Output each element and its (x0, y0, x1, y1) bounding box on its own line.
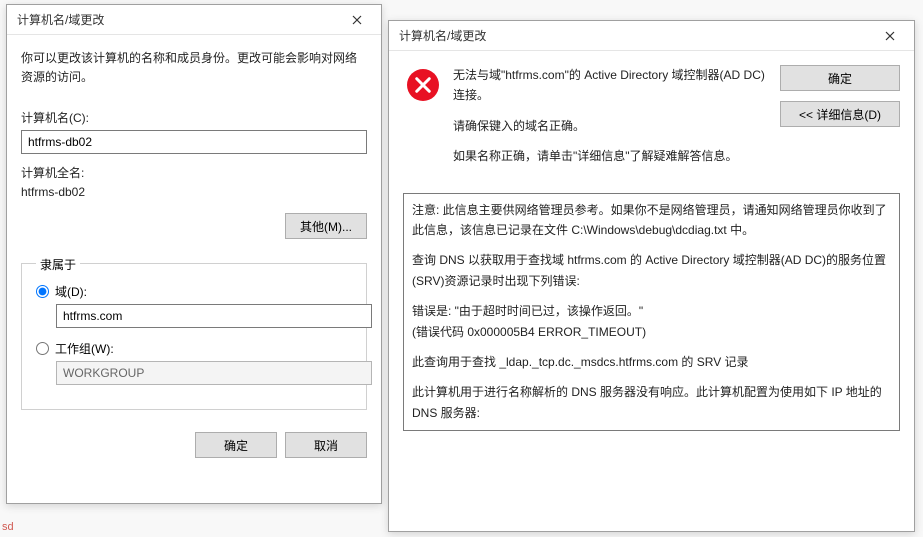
computer-name-domain-change-dialog: 计算机名/域更改 你可以更改该计算机的名称和成员身份。更改可能会影响对网络资源的… (6, 4, 382, 504)
message-row: 无法与域"htfrms.com"的 Active Directory 域控制器(… (403, 65, 900, 177)
close-button[interactable] (870, 22, 910, 50)
details-textbox[interactable]: 注意: 此信息主要供网络管理员参考。如果你不是网络管理员，请通知网络管理员你收到… (403, 193, 900, 431)
detail-paragraph: 此计算机用于进行名称解析的 DNS 服务器没有响应。此计算机配置为使用如下 IP… (412, 382, 891, 423)
description-text: 你可以更改该计算机的名称和成员身份。更改可能会影响对网络资源的访问。 (21, 49, 367, 87)
member-of-fieldset: 隶属于 域(D): 工作组(W): (21, 263, 367, 410)
detail-paragraph: 错误是: "由于超时时间已过，该操作返回。" (错误代码 0x000005B4 … (412, 301, 891, 342)
titlebar: 计算机名/域更改 (389, 21, 914, 51)
workgroup-radio[interactable] (36, 342, 49, 355)
dialog-title: 计算机名/域更改 (17, 11, 104, 28)
detail-paragraph: 注意: 此信息主要供网络管理员参考。如果你不是网络管理员，请通知网络管理员你收到… (412, 200, 891, 241)
detail-paragraph: 查询 DNS 以获取用于查找域 htfrms.com 的 Active Dire… (412, 250, 891, 291)
domain-input[interactable] (56, 304, 372, 328)
workgroup-input (56, 361, 372, 385)
computer-name-input[interactable] (21, 130, 367, 154)
details-button[interactable]: << 详细信息(D) (780, 101, 900, 127)
message-column: 无法与域"htfrms.com"的 Active Directory 域控制器(… (453, 65, 780, 177)
more-button[interactable]: 其他(M)... (285, 213, 367, 239)
error-message-1: 无法与域"htfrms.com"的 Active Directory 域控制器(… (453, 65, 770, 106)
button-column: 确定 << 详细信息(D) (780, 65, 900, 127)
domain-radio[interactable] (36, 285, 49, 298)
dialog-title: 计算机名/域更改 (399, 27, 486, 44)
member-of-legend: 隶属于 (36, 256, 80, 273)
close-icon (885, 31, 895, 41)
error-icon (407, 69, 439, 101)
workgroup-radio-label: 工作组(W): (55, 340, 114, 357)
dialog-body: 无法与域"htfrms.com"的 Active Directory 域控制器(… (389, 51, 914, 443)
dialog-body: 你可以更改该计算机的名称和成员身份。更改可能会影响对网络资源的访问。 计算机名(… (7, 35, 381, 422)
close-icon (352, 15, 362, 25)
error-message-3: 如果名称正确，请单击"详细信息"了解疑难解答信息。 (453, 146, 770, 166)
domain-radio-label: 域(D): (55, 283, 87, 300)
ok-button[interactable]: 确定 (195, 432, 277, 458)
dialog-footer: 确定 取消 (7, 422, 381, 472)
domain-radio-row[interactable]: 域(D): (36, 283, 352, 300)
detail-paragraph: 此查询用于查找 _ldap._tcp.dc._msdcs.htfrms.com … (412, 352, 891, 372)
titlebar: 计算机名/域更改 (7, 5, 381, 35)
ok-button[interactable]: 确定 (780, 65, 900, 91)
full-name-value: htfrms-db02 (21, 185, 367, 199)
watermark-text: sd (2, 521, 14, 533)
cancel-button[interactable]: 取消 (285, 432, 367, 458)
computer-name-label: 计算机名(C): (21, 109, 367, 126)
full-name-label: 计算机全名: (21, 164, 367, 181)
error-message-2: 请确保键入的域名正确。 (453, 116, 770, 136)
close-button[interactable] (337, 6, 377, 34)
workgroup-radio-row[interactable]: 工作组(W): (36, 340, 352, 357)
error-detail-dialog: 计算机名/域更改 无法与域"htfrms.com"的 Active Direct… (388, 20, 915, 532)
